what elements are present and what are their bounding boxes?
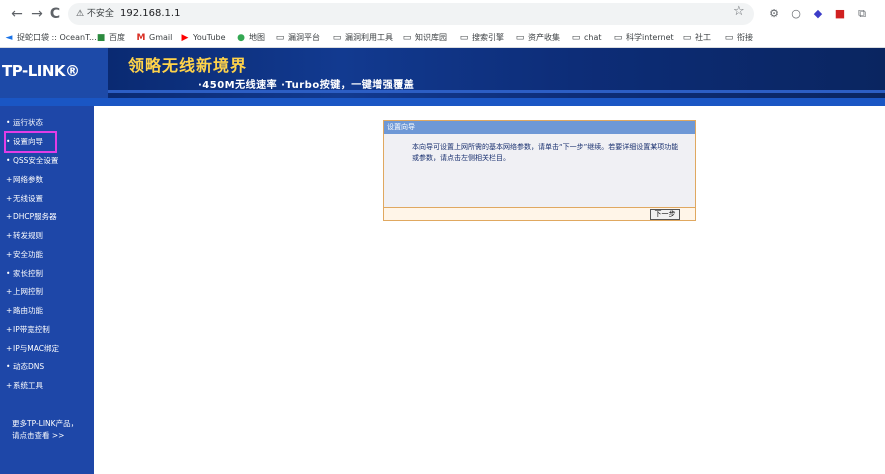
- folder-icon: ▭: [459, 33, 469, 43]
- sidebar-item-routing[interactable]: +路由功能: [6, 306, 43, 316]
- bookmark-folder[interactable]: ▭ chat: [571, 31, 602, 45]
- extension-icon[interactable]: ■: [832, 6, 848, 22]
- folder-icon: ▭: [515, 33, 525, 43]
- folder-icon: ▭: [682, 33, 692, 43]
- gmail-icon: M: [136, 33, 146, 43]
- bookmark-item[interactable]: ● 地图: [236, 31, 265, 45]
- bookmark-icon: ◄: [5, 33, 13, 43]
- extension-icon[interactable]: ○: [788, 6, 804, 22]
- bookmark-folder[interactable]: ▭ 科学internet: [613, 31, 674, 45]
- sidebar-item-status[interactable]: • 运行状态: [6, 118, 43, 128]
- youtube-icon: ▶: [181, 33, 189, 43]
- panel-footer: 下一步: [384, 207, 695, 220]
- wizard-description: 本向导可设置上网所需的基本网络参数，请单击“下一步”继续。若要详细设置某项功能或…: [412, 143, 679, 162]
- folder-icon: ▭: [571, 33, 581, 43]
- sidebar-item-forwarding[interactable]: +转发规则: [6, 231, 43, 241]
- bookmark-item[interactable]: ◄ 捉蛇口袋 :: OceanT...: [4, 31, 97, 45]
- extension-icon[interactable]: ◆: [810, 6, 826, 22]
- sidebar-item-network[interactable]: +网络参数: [6, 175, 43, 185]
- folder-icon: ▭: [724, 33, 734, 43]
- reload-icon[interactable]: C: [46, 5, 64, 23]
- bookmark-folder[interactable]: ▭ 衔接: [724, 31, 753, 45]
- sidebar-item-ip-mac[interactable]: +IP与MAC绑定: [6, 344, 59, 354]
- folder-icon: ▭: [332, 33, 342, 43]
- sidebar-item-security[interactable]: +安全功能: [6, 250, 43, 260]
- sidebar-item-dhcp[interactable]: +DHCP服务器: [6, 212, 57, 222]
- bookmark-item[interactable]: M Gmail: [136, 31, 173, 45]
- address-bar[interactable]: ⚠ 不安全 192.168.1.1: [68, 3, 754, 25]
- bookmark-folder[interactable]: ▭ 漏洞利用工具: [332, 31, 393, 45]
- panel-body: 本向导可设置上网所需的基本网络参数，请单击“下一步”继续。若要详细设置某项功能或…: [384, 134, 695, 207]
- extensions-puzzle-icon[interactable]: ⧉: [854, 6, 870, 22]
- banner-subtitle: ·450M无线速率 ·Turbo按键，一键增强覆盖: [198, 80, 415, 91]
- maps-icon: ●: [237, 33, 245, 43]
- sidebar-item-system-tools[interactable]: +系统工具: [6, 381, 43, 391]
- wizard-panel: 设置向导 本向导可设置上网所需的基本网络参数，请单击“下一步”继续。若要详细设置…: [383, 120, 696, 221]
- extension-icon[interactable]: ⚙: [766, 6, 782, 22]
- panel-title: 设置向导: [384, 121, 695, 134]
- folder-icon: ▭: [613, 33, 623, 43]
- sidebar-item-parental[interactable]: • 家长控制: [6, 269, 43, 279]
- next-button[interactable]: 下一步: [650, 209, 680, 220]
- sidebar-item-qss[interactable]: • QSS安全设置: [6, 156, 58, 166]
- back-icon[interactable]: ←: [8, 5, 26, 23]
- header-strip: [0, 98, 885, 106]
- bookmark-item[interactable]: ▶ YouTube: [180, 31, 226, 45]
- selection-highlight: [4, 131, 57, 153]
- sidebar-item-ddns[interactable]: • 动态DNS: [6, 362, 44, 372]
- more-products-link[interactable]: 更多TP-LINK产品，: [12, 418, 78, 430]
- insecure-badge[interactable]: ⚠ 不安全: [76, 6, 114, 22]
- banner-title: 领略无线新境界: [128, 56, 248, 75]
- bookmark-folder[interactable]: ▭ 社工: [682, 31, 711, 45]
- forward-icon[interactable]: →: [28, 5, 46, 23]
- url-text[interactable]: 192.168.1.1: [120, 6, 180, 22]
- bookmark-folder[interactable]: ▭ 搜索引擎: [459, 31, 504, 45]
- bookmark-star-icon[interactable]: ☆: [733, 4, 745, 20]
- folder-icon: ▭: [402, 33, 412, 43]
- bookmarks-bar: ◄ 捉蛇口袋 :: OceanT... ■ 百度 M Gmail ▶ YouTube ●…: [0, 28, 885, 48]
- sidebar-item-bandwidth[interactable]: +IP带宽控制: [6, 325, 50, 335]
- sidebar-item-wireless[interactable]: +无线设置: [6, 194, 43, 204]
- folder-icon: ▭: [275, 33, 285, 43]
- bookmark-icon: ■: [96, 33, 106, 43]
- tplink-logo: TP-LINK®: [0, 48, 108, 98]
- bookmark-folder[interactable]: ▭ 资产收集: [515, 31, 560, 45]
- bookmark-item[interactable]: ■ 百度: [96, 31, 125, 45]
- browser-toolbar: ← → C ⚠ 不安全 192.168.1.1 ☆ ⚙ ○ ◆ ■ ⧉: [0, 0, 885, 28]
- more-products-link[interactable]: 请点击查看 >>: [12, 430, 64, 442]
- bookmark-folder[interactable]: ▭ 漏洞平台: [275, 31, 320, 45]
- sidebar-item-access-control[interactable]: +上网控制: [6, 287, 43, 297]
- bookmark-folder[interactable]: ▭ 知识库园: [402, 31, 447, 45]
- router-header: TP-LINK® 领略无线新境界 ·450M无线速率 ·Turbo按键，一键增强…: [0, 48, 885, 98]
